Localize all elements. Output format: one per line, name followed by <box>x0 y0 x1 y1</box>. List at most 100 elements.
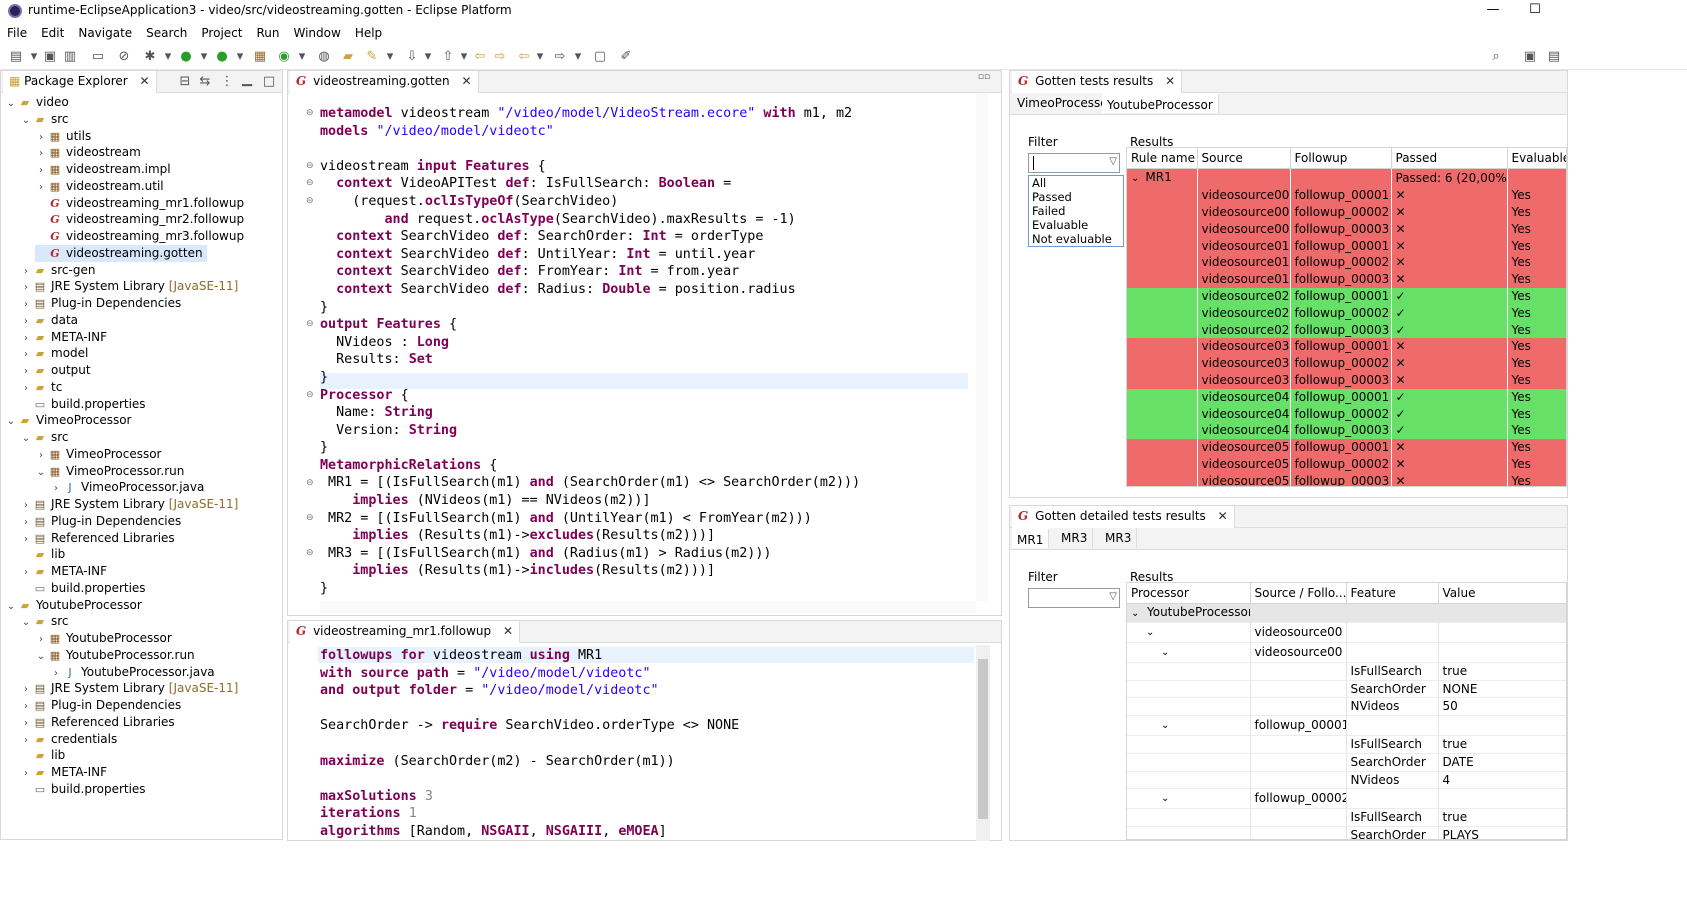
chevron-down-icon[interactable]: ⌄ <box>1161 791 1173 807</box>
chevron-right-icon[interactable]: › <box>20 263 32 280</box>
code-area-main[interactable]: metamodel videostream "/video/model/Vide… <box>320 105 860 598</box>
chevron-right-icon[interactable]: › <box>20 531 32 548</box>
chevron-right-icon[interactable]: › <box>20 715 32 732</box>
vertical-scrollbar[interactable] <box>976 93 988 601</box>
tab-package-explorer[interactable]: ▦ Package Explorer ✕ <box>3 71 157 93</box>
back-icon[interactable]: ⇦ <box>516 49 532 65</box>
table-row[interactable]: videosource02 followup_00001 ✓ Yes <box>1127 288 1566 305</box>
search-tool-icon[interactable]: ✎ <box>364 49 380 65</box>
tree-item[interactable]: › ▦ videostream.util <box>35 178 168 195</box>
tree-table-row[interactable]: SearchOrder DATE <box>1127 753 1566 772</box>
tree-item[interactable]: › ▤ Referenced Libraries <box>20 530 179 547</box>
filter-combo[interactable]: ▽ <box>1028 153 1120 173</box>
table-row[interactable]: videosource00 followup_00001 ✕ Yes <box>1127 187 1566 205</box>
open-type-icon[interactable]: ◍ <box>316 49 332 65</box>
chevron-down-icon[interactable]: ⌄ <box>20 430 32 447</box>
scrollbar-thumb[interactable] <box>978 659 988 819</box>
filter-option[interactable]: Not evaluable <box>1029 232 1123 246</box>
menu-project[interactable]: Project <box>194 24 249 40</box>
filter-dropdown[interactable]: All Passed Failed Evaluable Not evaluable <box>1028 175 1124 247</box>
tab-videostreaming-mr1-followup[interactable]: G videostreaming_mr1.followup ✕ <box>290 621 521 643</box>
fold-toggle-icon[interactable]: ⊖ <box>306 548 314 558</box>
table-row[interactable]: videosource01 followup_00003 ✕ Yes <box>1127 271 1566 289</box>
table-row[interactable]: videosource02 followup_00002 ✓ Yes <box>1127 304 1566 322</box>
search-icon[interactable]: ⌕ <box>1488 49 1504 65</box>
chevron-down-icon[interactable]: ⌄ <box>20 112 32 129</box>
chevron-down-icon[interactable]: ⌄ <box>1131 606 1143 622</box>
column-header[interactable]: Value <box>1438 583 1566 604</box>
tree-item[interactable]: ▰ lib <box>20 546 69 563</box>
dropdown-arrow-icon[interactable]: ▾ <box>382 49 398 65</box>
table-row[interactable]: videosource04 followup_00002 ✓ Yes <box>1127 405 1566 423</box>
tree-table-row[interactable]: NVideos 50 <box>1127 697 1566 717</box>
tree-item[interactable]: › ▦ utils <box>35 128 95 145</box>
fold-toggle-icon[interactable]: ⊖ <box>306 196 314 206</box>
dropdown-arrow-icon[interactable]: ▾ <box>232 49 248 65</box>
tree-item[interactable]: › ▤ JRE System Library [JavaSE-11] <box>20 278 242 295</box>
chevron-right-icon[interactable]: › <box>20 497 32 514</box>
chevron-right-icon[interactable]: › <box>20 698 32 715</box>
table-row[interactable]: videosource03 followup_00003 ✕ Yes <box>1127 372 1566 389</box>
fold-toggle-icon[interactable]: ⊖ <box>306 478 314 488</box>
tree-item[interactable]: › J VimeoProcessor.java <box>50 479 208 496</box>
tree-table-row[interactable]: ⌄ YoutubeProcessor <box>1127 603 1566 624</box>
tab-gotten-detailed-tests-results[interactable]: G Gotten detailed tests results ✕ <box>1012 506 1235 528</box>
tree-table-row[interactable]: ⌄ followup_00002 <box>1127 788 1566 810</box>
tree-table-row[interactable]: IsFullSearch true <box>1127 662 1566 681</box>
chevron-right-icon[interactable]: › <box>20 279 32 296</box>
column-header[interactable]: Evaluable <box>1507 148 1566 169</box>
tree-item[interactable]: › ▰ META-INF <box>20 563 111 580</box>
menu-help[interactable]: Help <box>348 24 389 40</box>
tree-table-row[interactable]: SearchOrder PLAYS <box>1127 826 1566 839</box>
column-header[interactable]: Source / Follo... <box>1250 583 1347 604</box>
chevron-right-icon[interactable]: › <box>20 296 32 313</box>
dropdown-arrow-icon[interactable]: ▾ <box>420 49 436 65</box>
table-row[interactable]: videosource02 followup_00003 ✓ Yes <box>1127 321 1566 339</box>
pen-icon[interactable]: ✐ <box>618 49 634 65</box>
tree-item[interactable]: ▭ build.properties <box>20 781 150 798</box>
close-icon[interactable]: ✕ <box>461 74 471 88</box>
table-row[interactable]: videosource00 followup_00002 ✕ Yes <box>1127 204 1566 221</box>
tree-item[interactable]: ▭ build.properties <box>20 396 150 413</box>
chevron-down-icon[interactable]: ⌄ <box>35 648 47 665</box>
tree-item[interactable]: ⌄ ▰ src <box>20 613 73 630</box>
maximize-button[interactable]: ☐ <box>1512 0 1558 22</box>
tree-item[interactable]: › ▤ Plug-in Dependencies <box>20 295 185 312</box>
tree-item[interactable]: › ▤ Plug-in Dependencies <box>20 513 185 530</box>
chevron-down-icon[interactable]: ⌄ <box>5 598 17 615</box>
chevron-down-icon[interactable]: ⌄ <box>20 614 32 631</box>
tree-item[interactable]: ⌄ ▰ YoutubeProcessor <box>5 597 146 614</box>
chevron-down-icon[interactable]: ⌄ <box>35 464 47 481</box>
fold-toggle-icon[interactable]: ⊖ <box>306 108 314 118</box>
filter-option[interactable]: Passed <box>1029 190 1123 204</box>
dropdown-arrow-icon[interactable]: ▾ <box>160 49 176 65</box>
close-icon[interactable]: ✕ <box>503 624 513 638</box>
java-perspective-icon[interactable]: ▤ <box>1546 49 1562 65</box>
filter-option[interactable]: Failed <box>1029 204 1123 218</box>
table-row[interactable]: videosource00 followup_00003 ✕ Yes <box>1127 220 1566 238</box>
tree-item[interactable]: Gvideostreaming.gotten <box>35 244 207 262</box>
chevron-right-icon[interactable]: › <box>20 514 32 531</box>
chevron-down-icon[interactable]: ⌄ <box>5 95 17 112</box>
column-header[interactable]: Followup <box>1290 148 1392 169</box>
terminal-icon[interactable]: ▭ <box>90 49 106 65</box>
dropdown-arrow-icon[interactable]: ▾ <box>196 49 212 65</box>
chevron-right-icon[interactable]: › <box>20 732 32 749</box>
tree-table-row[interactable]: ⌄ videosource00 <box>1127 642 1566 663</box>
filter-option[interactable]: Evaluable <box>1029 218 1123 232</box>
tree-item[interactable]: ▭ build.properties <box>20 580 150 597</box>
chevron-down-icon[interactable]: ⌄ <box>1131 173 1139 184</box>
column-header[interactable]: Rule name <box>1127 148 1198 169</box>
debug-icon[interactable]: ✱ <box>142 49 158 65</box>
new-class-icon[interactable]: ◉ <box>276 49 292 65</box>
tree-item[interactable]: › J YoutubeProcessor.java <box>50 664 219 681</box>
tree-item[interactable]: Gvideostreaming_mr1.followup <box>35 195 248 212</box>
tree-item[interactable]: › ▦ VimeoProcessor <box>35 446 166 463</box>
tree-item[interactable]: › ▦ videostream.impl <box>35 161 175 178</box>
tab-youtube-processor[interactable]: YoutubeProcessor <box>1102 93 1219 113</box>
chevron-right-icon[interactable]: › <box>35 145 47 162</box>
prev-annotation-icon[interactable]: ⇧ <box>440 49 456 65</box>
tree-item[interactable]: › ▤ JRE System Library [JavaSE-11] <box>20 680 242 697</box>
tree-item[interactable]: ⌄ ▰ src <box>20 429 73 446</box>
pin-editor-icon[interactable]: ▢ <box>592 49 608 65</box>
